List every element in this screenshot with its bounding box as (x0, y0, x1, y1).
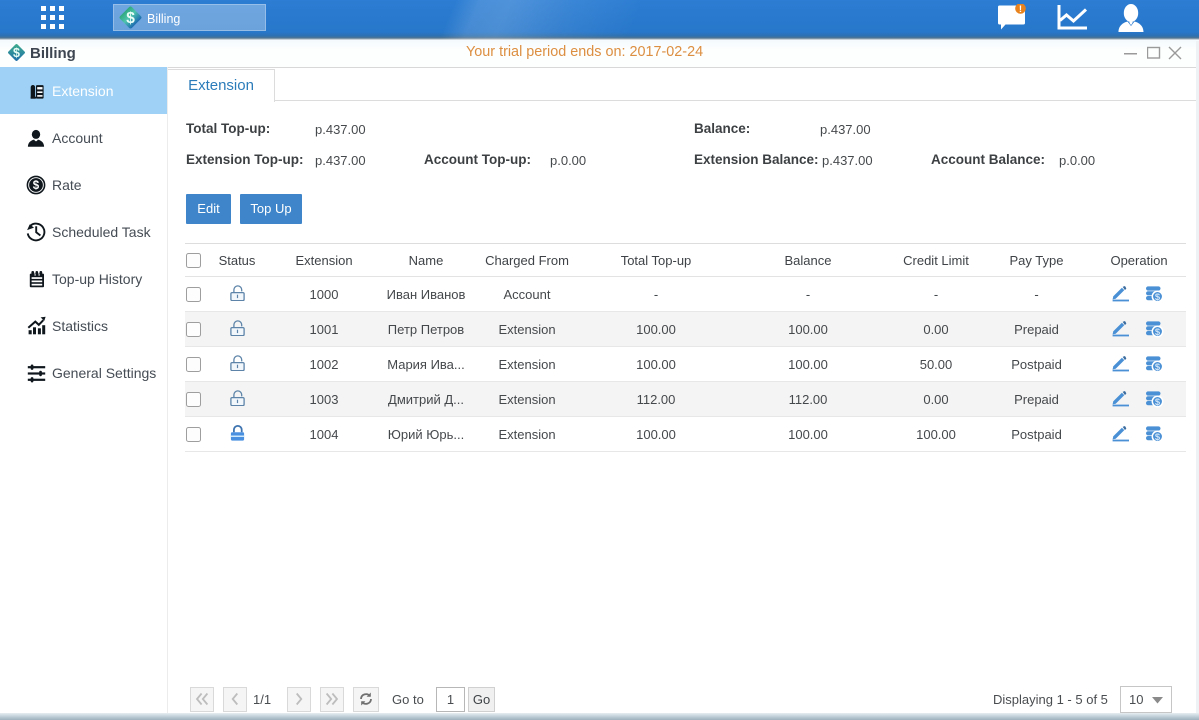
svg-text:$: $ (1155, 292, 1161, 303)
svg-text:$: $ (33, 180, 40, 192)
svg-text:$: $ (1155, 362, 1161, 373)
svg-text:$: $ (126, 10, 135, 27)
svg-text:!: ! (1019, 4, 1022, 15)
svg-text:$: $ (1155, 327, 1161, 338)
svg-text:$: $ (13, 46, 20, 60)
svg-text:$: $ (1155, 432, 1161, 443)
svg-text:$: $ (1155, 397, 1161, 408)
